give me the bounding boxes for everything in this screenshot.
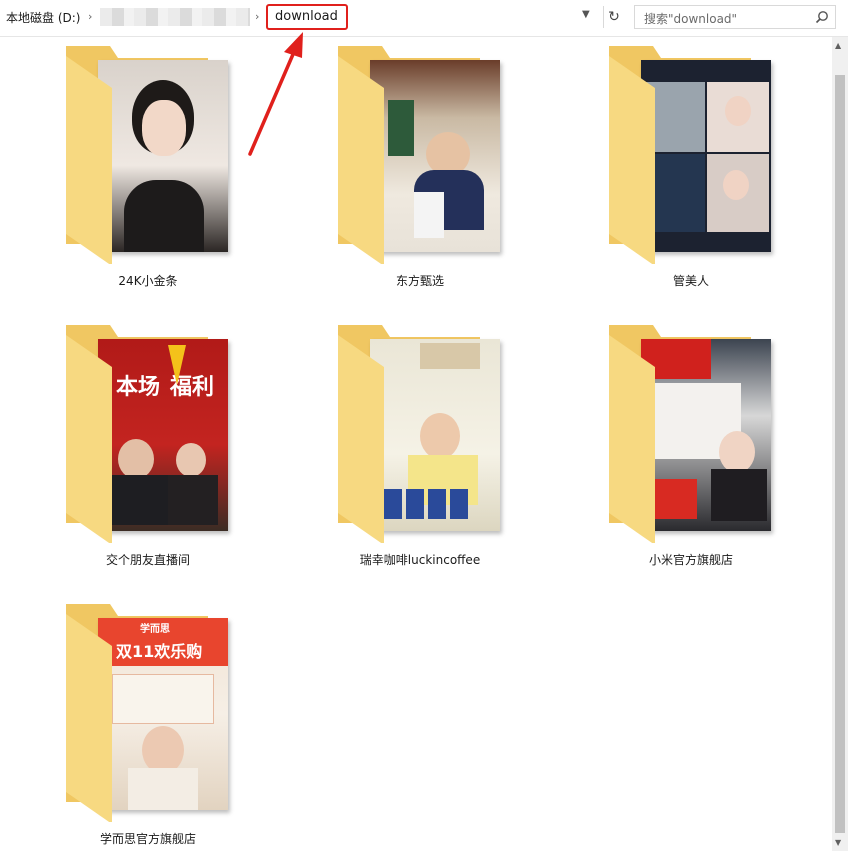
refresh-icon[interactable]: ↻ bbox=[603, 6, 624, 28]
thumbnail-text: 双11欢乐购 bbox=[116, 642, 203, 661]
folder-label[interactable]: 管美人 bbox=[581, 272, 801, 289]
chevron-right-icon[interactable]: › bbox=[88, 10, 92, 23]
folder-thumbnail bbox=[370, 60, 500, 252]
folder-thumbnail bbox=[98, 60, 228, 252]
folder-label[interactable]: 瑞幸咖啡luckincoffee bbox=[310, 551, 530, 568]
folder-item[interactable]: 东方甄选 bbox=[330, 44, 510, 304]
folder-label[interactable]: 交个朋友直播间 bbox=[38, 551, 258, 568]
chevron-down-icon[interactable]: ▼ bbox=[582, 9, 590, 20]
folder-item[interactable]: 管美人 bbox=[601, 44, 781, 304]
folder-label[interactable]: 东方甄选 bbox=[310, 272, 530, 289]
breadcrumb-root[interactable]: 本地磁盘 (D:) bbox=[6, 9, 80, 26]
folder-item[interactable]: 本场 福利 交个朋友直播间 bbox=[58, 323, 238, 583]
breadcrumb-current[interactable]: download bbox=[266, 4, 348, 30]
folder-label[interactable]: 学而思官方旗舰店 bbox=[38, 830, 258, 847]
search-icon[interactable] bbox=[815, 10, 829, 24]
folder-item[interactable]: 小米官方旗舰店 bbox=[601, 323, 781, 583]
folder-thumbnail bbox=[641, 339, 771, 531]
vertical-scrollbar[interactable]: ▲ ▼ bbox=[832, 37, 848, 851]
folder-item[interactable]: 瑞幸咖啡luckincoffee bbox=[330, 323, 510, 583]
thumbnail-text: 学而思 bbox=[140, 624, 170, 635]
folder-thumbnail bbox=[370, 339, 500, 531]
folder-thumbnail: 学而思 双11欢乐购 bbox=[98, 618, 228, 810]
folder-label[interactable]: 小米官方旗舰店 bbox=[581, 551, 801, 568]
scroll-up-icon[interactable]: ▲ bbox=[835, 41, 841, 50]
scroll-down-icon[interactable]: ▼ bbox=[835, 838, 841, 847]
scrollbar-thumb[interactable] bbox=[835, 75, 845, 833]
blurred-breadcrumb bbox=[100, 8, 250, 26]
search-placeholder: 搜索"download" bbox=[644, 12, 738, 26]
address-bar[interactable]: 本地磁盘 (D:) › › download ▼ ↻ 搜索"download" bbox=[0, 0, 848, 37]
chevron-right-icon[interactable]: › bbox=[255, 10, 259, 23]
search-input[interactable]: 搜索"download" bbox=[634, 5, 836, 29]
folder-thumbnail bbox=[641, 60, 771, 252]
folder-label[interactable]: 24K小金条 bbox=[38, 272, 258, 289]
thumbnail-text: 本场 bbox=[116, 375, 161, 400]
folder-item[interactable]: 学而思 双11欢乐购 学而思官方旗舰店 bbox=[58, 602, 238, 862]
folder-item[interactable]: 24K小金条 bbox=[58, 44, 238, 304]
folder-thumbnail: 本场 福利 bbox=[98, 339, 228, 531]
